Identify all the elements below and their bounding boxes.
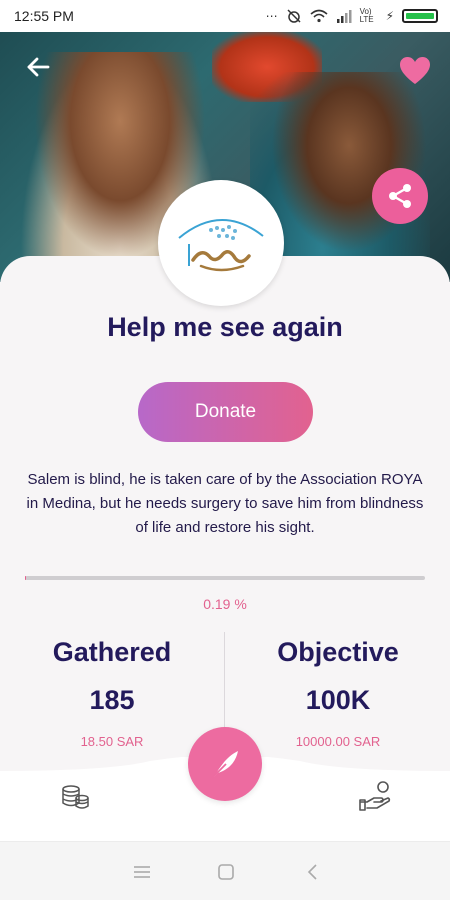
- hand-coin-icon: [359, 781, 391, 811]
- donate-button[interactable]: Donate: [138, 382, 313, 442]
- charging-icon: ⚡: [385, 9, 394, 23]
- system-menu-button[interactable]: [127, 858, 157, 886]
- share-icon: [389, 184, 411, 208]
- back-chevron-icon: [307, 864, 317, 880]
- objective-stat: Objective 100K 10000.00 SAR: [226, 632, 450, 749]
- organization-logo: [158, 180, 284, 306]
- more-dots-icon: ⋯: [265, 9, 278, 23]
- campaign-description: Salem is blind, he is taken care of by t…: [26, 471, 424, 536]
- feather-icon: [211, 751, 238, 779]
- system-home-button[interactable]: [211, 858, 241, 886]
- gathered-value: 185: [89, 685, 135, 715]
- network-label: Vo) LTE: [359, 7, 374, 24]
- alarm-off-icon: [287, 9, 301, 23]
- signal-icon: [336, 10, 352, 23]
- menu-icon: [134, 866, 150, 878]
- battery-icon: [402, 9, 438, 23]
- nav-coins-button[interactable]: [58, 782, 92, 812]
- objective-value: 100K: [305, 685, 371, 715]
- status-time: 12:55 PM: [14, 8, 74, 24]
- status-icons: ⋯ Vo) LTE ⚡: [266, 8, 438, 24]
- home-square-icon: [218, 864, 234, 880]
- wifi-icon: [310, 9, 328, 23]
- objective-label: Objective: [277, 637, 399, 667]
- nav-donate-hand-button[interactable]: [358, 779, 394, 813]
- heart-icon: [400, 57, 430, 84]
- status-bar: 12:55 PM ⋯ Vo) LTE ⚡: [0, 0, 450, 32]
- progress-percent: 0.19 %: [203, 596, 247, 612]
- back-arrow-icon: [27, 57, 50, 77]
- coins-icon: [62, 785, 89, 809]
- progress-fill: [25, 576, 26, 580]
- campaign-title: Help me see again: [107, 312, 343, 342]
- back-button[interactable]: [20, 52, 56, 82]
- progress-bar: [25, 576, 425, 580]
- share-button[interactable]: [372, 168, 428, 224]
- objective-sar: 10000.00 SAR: [295, 734, 381, 749]
- roya-logo: [178, 219, 264, 272]
- system-back-button[interactable]: [298, 858, 328, 886]
- gathered-label: Gathered: [52, 637, 172, 667]
- system-nav-bar: [0, 841, 450, 900]
- center-action-button[interactable]: [188, 727, 262, 801]
- gathered-stat: Gathered 185 18.50 SAR: [0, 632, 224, 749]
- gathered-sar: 18.50 SAR: [80, 734, 144, 749]
- favorite-button[interactable]: [398, 56, 432, 86]
